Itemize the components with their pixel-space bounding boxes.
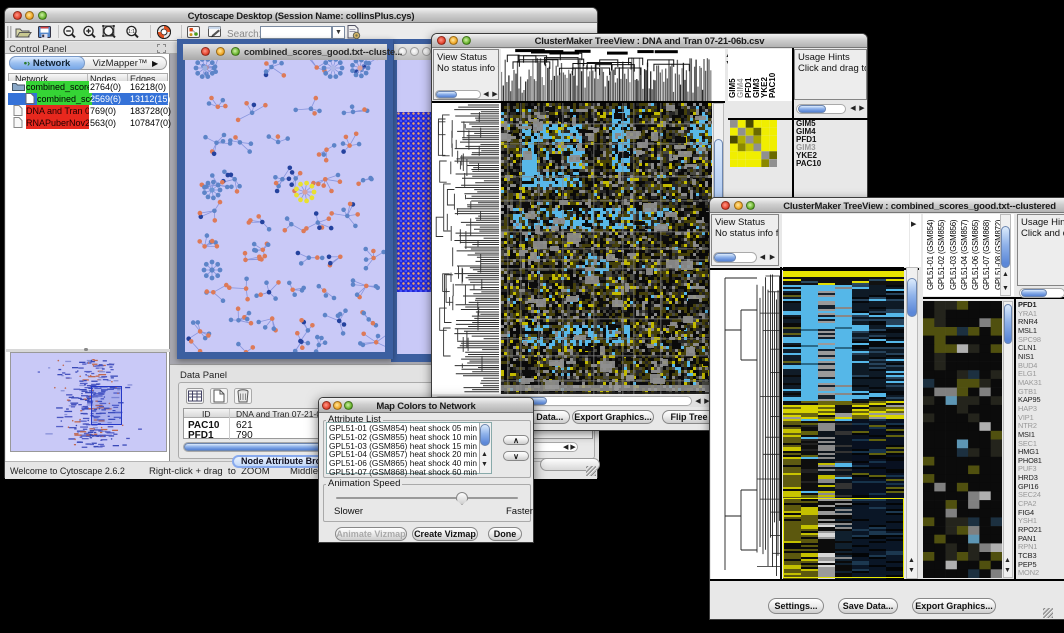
svg-text:1:1: 1:1	[128, 29, 135, 35]
